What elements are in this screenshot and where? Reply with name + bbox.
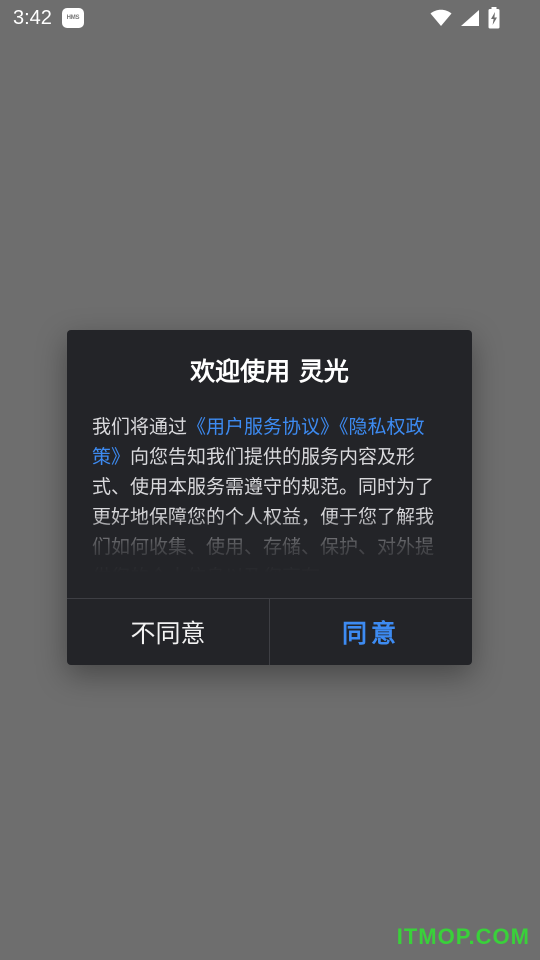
welcome-dialog: 欢迎使用 灵光 我们将通过《用户服务协议》《隐私权政策》向您告知我们提供的服务内… — [67, 330, 472, 665]
agree-button[interactable]: 同意 — [270, 599, 472, 665]
status-bar: 3:42 HMS — [0, 0, 540, 36]
scroll-fade — [92, 512, 447, 572]
user-agreement-link[interactable]: 《用户服务协议》 — [187, 416, 339, 438]
watermark: ITMOP.COM — [396, 924, 530, 949]
battery-charging-icon — [488, 7, 500, 29]
cellular-signal-icon — [460, 9, 480, 27]
status-icons — [430, 7, 500, 29]
status-time: 3:42 — [13, 7, 52, 29]
body-text-intro: 我们将通过 — [92, 416, 188, 438]
wifi-icon — [430, 9, 452, 27]
disagree-button[interactable]: 不同意 — [67, 599, 269, 665]
dialog-title: 欢迎使用 灵光 — [190, 357, 349, 386]
dialog-body: 我们将通过《用户服务协议》《隐私权政策》向您告知我们提供的服务内容及形式、使用本… — [92, 412, 447, 572]
hms-badge: HMS — [62, 8, 84, 28]
